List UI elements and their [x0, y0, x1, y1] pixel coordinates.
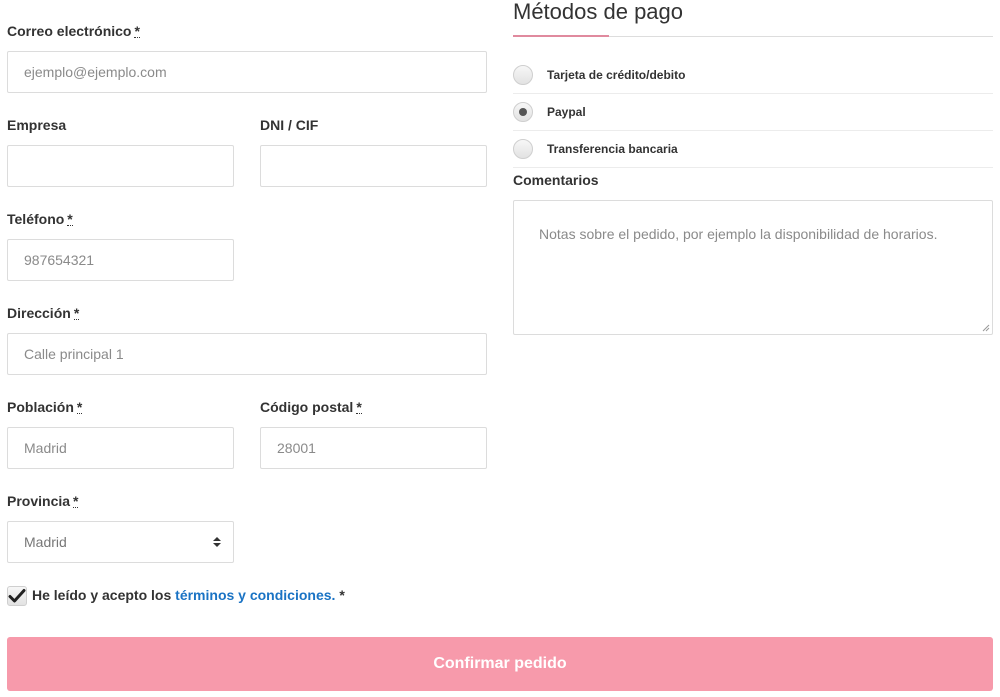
city-field[interactable]: Madrid — [7, 427, 234, 469]
postcode-placeholder: 28001 — [277, 440, 316, 456]
tax-id-field[interactable] — [260, 145, 487, 187]
payment-option-label: Transferencia bancaria — [547, 142, 678, 156]
payment-option-paypal[interactable]: Paypal — [513, 94, 993, 131]
address-label: Dirección * — [7, 305, 80, 321]
confirm-order-button[interactable]: Confirmar pedido — [7, 637, 993, 691]
checkmark-icon — [8, 589, 26, 603]
city-label-text: Población — [7, 399, 74, 415]
address-placeholder: Calle principal 1 — [24, 346, 124, 362]
payment-option-transfer[interactable]: Transferencia bancaria — [513, 131, 993, 168]
required-marker: * — [339, 587, 345, 603]
province-select[interactable]: Madrid — [7, 521, 234, 563]
select-arrows-icon — [213, 537, 221, 547]
terms-checkbox[interactable] — [7, 586, 27, 606]
postcode-label-text: Código postal — [260, 399, 354, 415]
address-label-text: Dirección — [7, 305, 71, 321]
phone-placeholder: 987654321 — [24, 252, 95, 268]
email-field[interactable]: ejemplo@ejemplo.com — [7, 51, 487, 93]
payment-methods-title-text: Métodos de pago — [513, 0, 684, 24]
payment-methods-title: Métodos de pago — [513, 0, 683, 25]
required-marker: * — [73, 305, 80, 321]
comments-label-text: Comentarios — [513, 172, 599, 188]
city-placeholder: Madrid — [24, 440, 67, 456]
comments-textarea[interactable]: Notas sobre el pedido, por ejemplo la di… — [513, 200, 993, 335]
title-accent-underline — [513, 35, 609, 37]
payment-option-label: Tarjeta de crédito/debito — [547, 67, 686, 82]
city-label: Población * — [7, 399, 83, 415]
resize-handle-icon[interactable] — [982, 324, 990, 332]
email-label: Correo electrónico * — [7, 23, 140, 39]
address-field[interactable]: Calle principal 1 — [7, 333, 487, 375]
required-marker: * — [73, 493, 79, 509]
required-marker: * — [134, 23, 140, 39]
phone-label: Teléfono * — [7, 211, 73, 227]
radio-button-selected[interactable] — [513, 102, 533, 122]
required-marker: * — [356, 399, 362, 415]
terms-link[interactable]: términos y condiciones. — [175, 587, 335, 603]
required-marker: * — [67, 211, 73, 227]
tax-id-label: DNI / CIF — [260, 117, 318, 133]
confirm-order-label: Confirmar pedido — [433, 655, 567, 672]
payment-option-label: Paypal — [547, 105, 586, 119]
comments-label: Comentarios — [513, 172, 599, 188]
company-field[interactable] — [7, 145, 234, 187]
radio-button[interactable] — [513, 64, 533, 85]
postcode-field[interactable]: 28001 — [260, 427, 487, 469]
terms-label: He leído y acepto los términos y condici… — [32, 587, 345, 603]
province-label: Provincia * — [7, 493, 79, 509]
company-label: Empresa — [7, 117, 66, 133]
phone-field[interactable]: 987654321 — [7, 239, 234, 281]
required-marker: * — [76, 399, 83, 415]
radio-button[interactable] — [513, 139, 533, 159]
phone-label-text: Teléfono — [7, 211, 65, 227]
radio-dot-icon — [519, 108, 527, 116]
postcode-label: Código postal * — [260, 399, 362, 415]
email-label-text: Correo electrónico — [7, 23, 132, 39]
province-selected-value: Madrid — [24, 534, 67, 550]
province-label-text: Provincia — [7, 493, 71, 509]
payment-option-card[interactable]: Tarjeta de crédito/debito — [513, 56, 993, 94]
email-placeholder: ejemplo@ejemplo.com — [24, 64, 167, 80]
comments-placeholder: Notas sobre el pedido, por ejemplo la di… — [539, 226, 938, 242]
terms-prefix: He leído y acepto los — [32, 587, 172, 603]
company-label-text: Empresa — [7, 117, 67, 133]
tax-id-label-text: DNI / CIF — [260, 117, 319, 133]
